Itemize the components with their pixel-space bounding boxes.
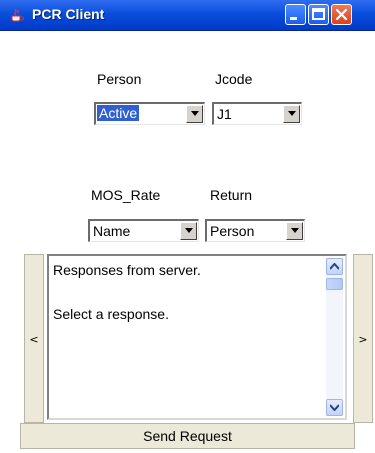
close-button[interactable]: [331, 4, 352, 25]
responses-textarea[interactable]: Responses from server. Select a response…: [47, 254, 347, 420]
mos-rate-select[interactable]: Name: [88, 219, 199, 242]
jcode-select-value: J1: [217, 106, 232, 122]
mos-rate-select-dropdown[interactable]: [180, 222, 197, 240]
chevron-down-icon: [191, 111, 199, 116]
close-icon: [335, 8, 348, 21]
response-line[interactable]: Responses from server.: [53, 262, 201, 278]
send-request-button[interactable]: Send Request: [20, 423, 355, 449]
chevron-down-icon: [330, 404, 339, 411]
chevron-up-icon: [330, 263, 339, 270]
response-line[interactable]: Select a response.: [53, 306, 169, 322]
scroll-down-button[interactable]: [326, 399, 343, 416]
scroll-thumb[interactable]: [326, 278, 343, 290]
jcode-select-dropdown[interactable]: [283, 105, 300, 123]
java-cup-icon: [11, 8, 24, 22]
return-select[interactable]: Person: [205, 219, 305, 242]
jcode-select[interactable]: J1: [212, 102, 302, 125]
mos-rate-select-value: Name: [93, 223, 131, 239]
mos-rate-label: MOS_Rate: [91, 187, 161, 203]
person-label: Person: [97, 71, 142, 87]
previous-button[interactable]: <: [24, 254, 44, 423]
title-bar[interactable]: PCR Client: [0, 0, 375, 31]
person-select-value: Active: [97, 105, 140, 121]
return-select-dropdown[interactable]: [286, 222, 303, 240]
chevron-down-icon: [185, 228, 193, 233]
next-button[interactable]: >: [353, 254, 373, 423]
return-select-value: Person: [210, 223, 255, 239]
pcr-client-window: PCR Client Person Jcode Active J1 MOS_Ra…: [0, 0, 375, 453]
jcode-label: Jcode: [215, 71, 253, 87]
chevron-down-icon: [288, 111, 296, 116]
person-select-dropdown[interactable]: [186, 105, 203, 123]
window-title: PCR Client: [32, 6, 105, 22]
return-label: Return: [210, 187, 253, 203]
minimize-button[interactable]: [285, 4, 306, 25]
person-select[interactable]: Active: [94, 102, 205, 125]
vertical-scrollbar[interactable]: [326, 258, 343, 416]
chevron-down-icon: [291, 228, 299, 233]
maximize-icon: [312, 8, 325, 20]
minimize-icon: [290, 17, 297, 20]
maximize-button[interactable]: [308, 4, 329, 25]
scroll-up-button[interactable]: [326, 258, 343, 275]
